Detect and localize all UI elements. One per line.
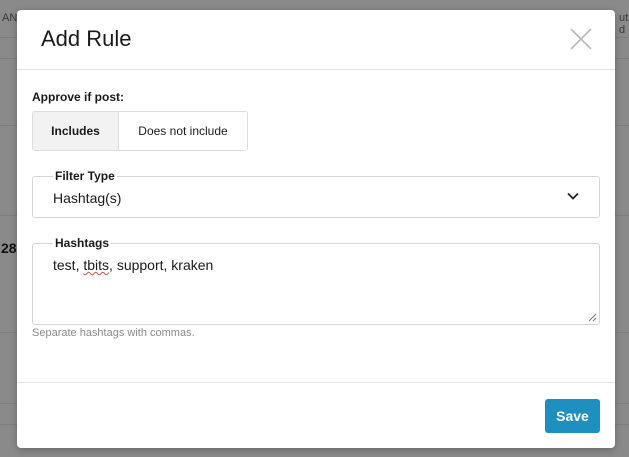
chevron-down-icon (567, 192, 579, 200)
filter-type-label: Filter Type (53, 169, 117, 183)
filter-type-value: Hashtag(s) (53, 190, 122, 206)
save-button[interactable]: Save (545, 399, 600, 433)
includes-option[interactable]: Includes (33, 112, 119, 150)
filter-type-select[interactable]: Filter Type Hashtag(s) (32, 169, 600, 218)
modal-title: Add Rule (41, 26, 132, 51)
does-not-include-option[interactable]: Does not include (119, 112, 247, 150)
background-number: 28 (1, 240, 17, 256)
approve-toggle-group: Includes Does not include (32, 111, 248, 151)
hashtags-label: Hashtags (53, 236, 112, 250)
approve-if-post-label: Approve if post: (32, 90, 124, 104)
background-text-right: ut d (619, 12, 629, 36)
background-text-left: AN (2, 12, 18, 24)
modal-header: Add Rule (17, 10, 615, 70)
hashtags-value: test, tbits, support, kraken (53, 257, 214, 273)
close-button[interactable] (569, 27, 593, 51)
modal-footer-divider (17, 382, 615, 383)
add-rule-modal: Add Rule Approve if post: Includes Does … (17, 10, 615, 448)
misspelled-word: tbits (83, 257, 110, 273)
hashtags-helper-text: Separate hashtags with commas. (32, 327, 195, 339)
close-icon (570, 28, 592, 50)
resize-handle-icon[interactable] (588, 313, 597, 322)
hashtags-textarea[interactable]: Hashtags test, tbits, support, kraken (32, 236, 600, 325)
